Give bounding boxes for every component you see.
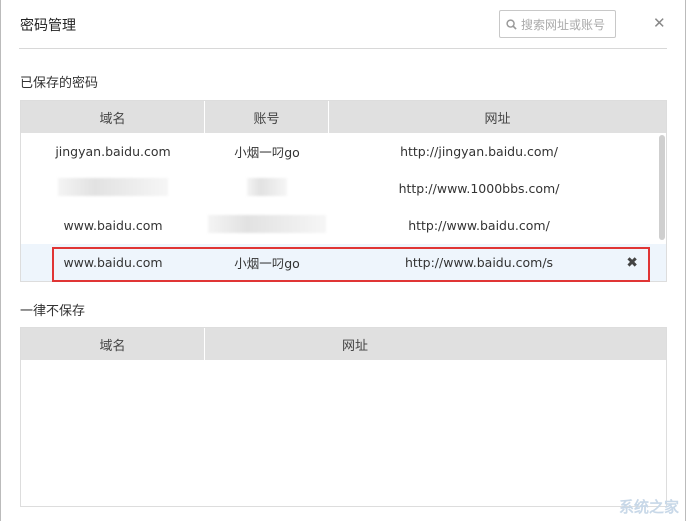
table-row[interactable]: http://www.1000bbs.com/ bbox=[21, 170, 666, 207]
column-url: 网址 bbox=[341, 338, 368, 354]
column-url: 网址 bbox=[484, 111, 511, 127]
row-url: http://www.baidu.com/ bbox=[408, 218, 550, 233]
highlight-box bbox=[52, 247, 650, 282]
watermark: 系统之家 bbox=[618, 498, 679, 516]
table-row[interactable]: www.baidu.com http://www.baidu.com/ bbox=[21, 207, 666, 244]
search-placeholder: 搜索网址或账号 bbox=[521, 17, 606, 32]
row-domain: jingyan.baidu.com bbox=[55, 144, 171, 159]
column-account: 账号 bbox=[205, 101, 329, 133]
search-input[interactable]: 搜索网址或账号 bbox=[499, 10, 616, 38]
divider bbox=[19, 48, 667, 49]
row-account-blurred bbox=[205, 178, 329, 199]
dialog-title: 密码管理 bbox=[20, 18, 76, 34]
row-account: 小烟一叼go bbox=[234, 145, 300, 160]
scrollbar[interactable] bbox=[659, 135, 665, 240]
table-header: 域名 账号 网址 bbox=[21, 101, 666, 133]
table-header: 域名 网址 bbox=[21, 328, 666, 360]
table-row[interactable]: jingyan.baidu.com 小烟一叼go http://jingyan.… bbox=[21, 133, 666, 170]
row-url: http://jingyan.baidu.com/ bbox=[400, 144, 558, 159]
row-domain-blurred bbox=[21, 178, 205, 199]
never-save-table: 域名 网址 bbox=[20, 327, 667, 507]
row-url: http://www.1000bbs.com/ bbox=[398, 181, 560, 196]
never-save-label: 一律不保存 bbox=[20, 304, 86, 319]
row-domain: www.baidu.com bbox=[63, 218, 163, 233]
row-account-blurred bbox=[205, 215, 329, 236]
column-domain: 域名 bbox=[21, 101, 205, 133]
search-icon bbox=[506, 18, 517, 30]
saved-passwords-label: 已保存的密码 bbox=[20, 76, 99, 91]
close-button[interactable]: ✕ bbox=[653, 14, 666, 32]
column-domain: 域名 bbox=[21, 328, 205, 360]
